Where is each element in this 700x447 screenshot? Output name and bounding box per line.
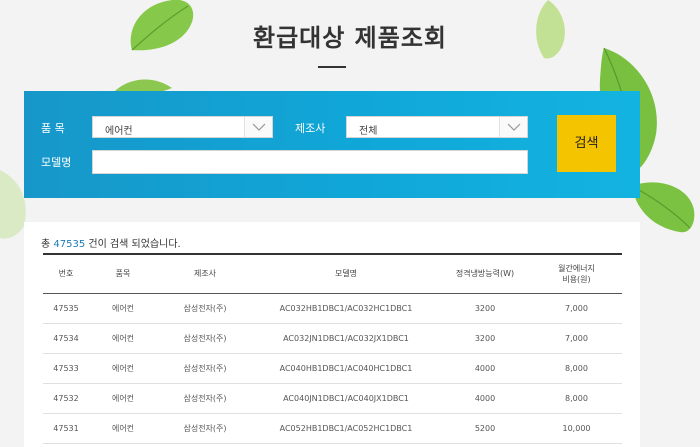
- cell-no: 47534: [53, 333, 79, 343]
- title-divider: [318, 66, 346, 68]
- item-label: 품 목: [41, 122, 65, 135]
- page-title: 환급대상 제품조회: [253, 24, 447, 52]
- cell-capacity: 4000: [474, 393, 496, 403]
- cell-model: AC032HB1DBC1/AC032HC1DBC1: [279, 303, 413, 313]
- cell-capacity: 3200: [474, 333, 496, 343]
- model-input[interactable]: [92, 150, 528, 174]
- chevron-down-icon[interactable]: [499, 117, 527, 137]
- item-select[interactable]: 에어컨: [92, 116, 273, 138]
- cell-model: AC040JN1DBC1/AC040JX1DBC1: [283, 393, 409, 403]
- cell-maker: 삼성전자(주): [183, 303, 227, 313]
- cell-cost: 7,000: [565, 303, 588, 313]
- header-cost-line2: 비용(원): [562, 274, 591, 284]
- cell-item: 에어컨: [111, 303, 135, 313]
- cell-item: 에어컨: [111, 393, 135, 403]
- table-row[interactable]: 47534 에어컨 삼성전자(주) AC032JN1DBC1/AC032JX1D…: [43, 323, 622, 353]
- header-capacity: 정격냉방능력(W): [455, 269, 515, 279]
- header-item: 품목: [115, 269, 131, 279]
- cell-model: AC032JN1DBC1/AC032JX1DBC1: [283, 333, 409, 343]
- table-row[interactable]: 47531 에어컨 삼성전자(주) AC052HB1DBC1/AC052HC1D…: [43, 413, 622, 443]
- search-button[interactable]: 검색: [557, 115, 616, 172]
- cell-item: 에어컨: [111, 423, 135, 433]
- cell-no: 47532: [53, 393, 79, 403]
- cell-maker: 삼성전자(주): [183, 423, 227, 433]
- cell-model: AC040HB1DBC1/AC040HC1DBC1: [279, 363, 413, 373]
- table-row[interactable]: 47533 에어컨 삼성전자(주) AC040HB1DBC1/AC040HC1D…: [43, 353, 622, 383]
- cell-model: AC052HB1DBC1/AC052HC1DBC1: [279, 423, 413, 433]
- cell-cost: 8,000: [565, 393, 588, 403]
- model-label: 모델명: [41, 156, 72, 169]
- table-row[interactable]: 47535 에어컨 삼성전자(주) AC032HB1DBC1/AC032HC1D…: [43, 293, 622, 323]
- cell-cost: 8,000: [565, 363, 588, 373]
- cell-maker: 삼성전자(주): [183, 393, 227, 403]
- search-panel: 품 목 에어컨 제조사 전체 모델명 검색: [24, 91, 640, 198]
- result-count: 총 47535 건이 검색 되었습니다.: [41, 235, 181, 250]
- cell-no: 47533: [53, 363, 79, 373]
- cell-cost: 10,000: [562, 423, 591, 433]
- header-no: 번호: [58, 269, 74, 279]
- maker-label: 제조사: [295, 122, 326, 135]
- maker-select[interactable]: 전체: [346, 116, 528, 138]
- cell-capacity: 5200: [474, 423, 496, 433]
- cell-no: 47535: [53, 303, 79, 313]
- chevron-down-icon[interactable]: [244, 117, 272, 137]
- table-header-row: 번호 품목 제조사 모델명 정격냉방능력(W) 월간에너지 비용(원): [43, 254, 622, 293]
- cell-maker: 삼성전자(주): [183, 333, 227, 343]
- item-select-value: 에어컨: [105, 126, 133, 137]
- cell-item: 에어컨: [111, 363, 135, 373]
- table-row[interactable]: 47532 에어컨 삼성전자(주) AC040JN1DBC1/AC040JX1D…: [43, 383, 622, 413]
- result-count-number: 47535: [53, 239, 86, 250]
- cell-item: 에어컨: [111, 333, 135, 343]
- header-model: 모델명: [334, 269, 358, 279]
- maker-select-value: 전체: [359, 126, 378, 137]
- result-panel: 총 47535 건이 검색 되었습니다. 번호 품목 제조사 모델명 정격냉방능…: [24, 222, 640, 447]
- header-maker: 제조사: [193, 269, 217, 279]
- result-count-suffix: 건이 검색 되었습니다.: [85, 239, 181, 250]
- header-cost-line1: 월간에너지: [558, 263, 595, 273]
- cell-capacity: 4000: [474, 363, 496, 373]
- cell-capacity: 3200: [474, 303, 496, 313]
- result-count-prefix: 총: [41, 239, 54, 250]
- header-cost: 월간에너지 비용(원): [531, 254, 622, 293]
- cell-no: 47531: [53, 423, 79, 433]
- cell-maker: 삼성전자(주): [183, 363, 227, 373]
- cell-cost: 7,000: [565, 333, 588, 343]
- results-table: 번호 품목 제조사 모델명 정격냉방능력(W) 월간에너지 비용(원) 4753…: [43, 253, 622, 444]
